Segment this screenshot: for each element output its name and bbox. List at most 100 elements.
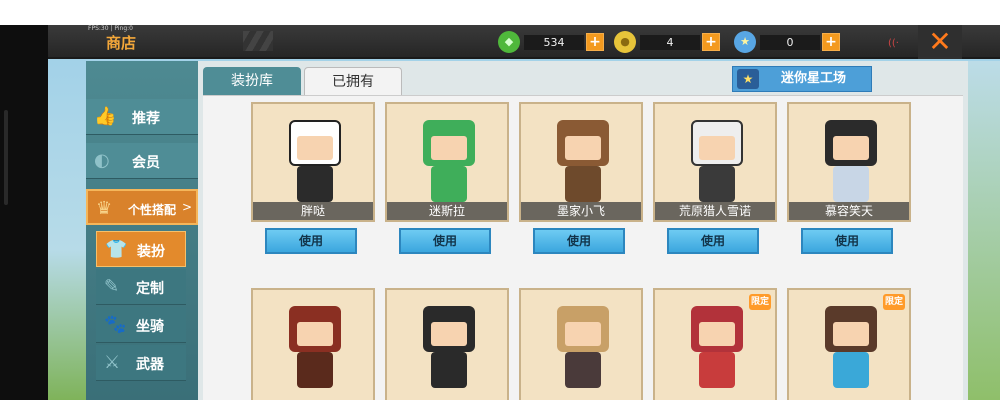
character-body	[565, 166, 601, 202]
character-figure	[685, 114, 749, 206]
star-count: 0	[760, 35, 820, 50]
paw-icon: 🐾	[104, 314, 127, 335]
character-figure	[551, 114, 615, 206]
sidebar-item-label: 推荐	[132, 111, 160, 127]
sidebar-item-mount[interactable]: 🐾 坐骑	[96, 307, 186, 343]
skin-card[interactable]: 胖哒	[251, 102, 375, 222]
character-figure	[685, 300, 749, 392]
sidebar-item-custom[interactable]: ✎ 定制	[96, 269, 186, 305]
skin-card[interactable]	[519, 288, 643, 400]
skin-card[interactable]: 荒原猎人雪诺	[653, 102, 777, 222]
character-figure	[283, 300, 347, 392]
thumbs-up-icon: 👍	[94, 106, 117, 127]
gun-icon: ⚔	[104, 352, 121, 373]
character-body	[833, 352, 869, 388]
sidebar: 👍 推荐 ◐ 会员 ♛ 个性搭配 > 👕 装扮 ✎ 定制 🐾 坐骑 ⚔ 武器	[86, 61, 198, 400]
sidebar-item-member[interactable]: ◐ 会员	[86, 143, 198, 179]
gold-coin-icon: ●	[614, 31, 636, 53]
character-body	[297, 166, 333, 202]
member-icon: ◐	[94, 150, 110, 171]
character-figure	[819, 300, 883, 392]
workshop-label: 迷你星工场	[781, 71, 847, 86]
sidebar-item-personal[interactable]: ♛ 个性搭配 >	[86, 189, 198, 225]
limited-badge: 限定	[749, 294, 771, 310]
skin-name: 荒原猎人雪诺	[655, 202, 775, 220]
character-face	[297, 322, 333, 346]
skin-card[interactable]	[385, 288, 509, 400]
character-face	[431, 136, 467, 160]
skin-name: 墨家小飞	[521, 202, 641, 220]
signal-icon: ((·	[888, 38, 899, 49]
character-figure	[819, 114, 883, 206]
shirt-icon: 👕	[105, 239, 128, 260]
decor-stripe	[243, 31, 273, 51]
skin-name: 迷斯拉	[387, 202, 507, 220]
workshop-button[interactable]: ★ 迷你星工场	[732, 66, 872, 92]
green-gem-icon: ◆	[498, 31, 520, 53]
tab-owned[interactable]: 已拥有	[304, 67, 402, 95]
sidebar-item-label: 装扮	[137, 244, 165, 260]
use-button[interactable]: 使用	[399, 228, 491, 254]
use-button[interactable]: 使用	[533, 228, 625, 254]
character-face	[565, 322, 601, 346]
fps-readout: FPS:30 | Ping:0	[88, 25, 133, 32]
skin-grid: 胖哒 迷斯拉 墨家小飞 荒原猎人雪诺 慕容笑天 使用 使用 使用 使用 使用 限…	[203, 95, 963, 400]
skin-card[interactable]: 墨家小飞	[519, 102, 643, 222]
add-gem-button[interactable]: +	[586, 33, 604, 51]
character-body	[699, 352, 735, 388]
character-figure	[283, 114, 347, 206]
use-button[interactable]: 使用	[265, 228, 357, 254]
character-face	[699, 322, 735, 346]
skin-card[interactable]: 迷斯拉	[385, 102, 509, 222]
skin-card[interactable]: 慕容笑天	[787, 102, 911, 222]
use-button[interactable]: 使用	[667, 228, 759, 254]
close-button[interactable]: ✕	[918, 25, 962, 59]
top-bar: FPS:30 | Ping:0 商店 ◆ 534 + ● 4 + ★ 0 + (…	[48, 25, 1000, 59]
brush-icon: ✎	[104, 276, 120, 297]
character-face	[431, 322, 467, 346]
main-panel: 装扮库 已拥有 ★ 迷你星工场 胖哒 迷斯拉 墨家小飞 荒原猎人雪诺 慕容笑天 …	[198, 61, 968, 400]
chevron-right-icon: >	[181, 200, 192, 214]
background-scenery	[968, 61, 1000, 400]
limited-badge: 限定	[883, 294, 905, 310]
character-face	[565, 136, 601, 160]
tab-dress-library[interactable]: 装扮库	[203, 67, 301, 95]
sidebar-item-weapon[interactable]: ⚔ 武器	[96, 345, 186, 381]
page-title: 商店	[106, 34, 137, 52]
coin-count: 4	[640, 35, 700, 50]
gem-count: 534	[524, 35, 584, 50]
use-button[interactable]: 使用	[801, 228, 893, 254]
sidebar-item-label: 坐骑	[136, 319, 164, 335]
character-body	[699, 166, 735, 202]
sidebar-item-label: 定制	[136, 281, 164, 297]
character-body	[565, 352, 601, 388]
sidebar-item-recommend[interactable]: 👍 推荐	[86, 99, 198, 135]
character-figure	[551, 300, 615, 392]
phone-side-button	[4, 110, 8, 205]
character-face	[699, 136, 735, 160]
character-face	[297, 136, 333, 160]
star-icon: ★	[737, 69, 759, 89]
skin-name: 慕容笑天	[789, 202, 909, 220]
character-figure	[417, 114, 481, 206]
skin-card[interactable]: 限定	[787, 288, 911, 400]
character-body	[297, 352, 333, 388]
add-coin-button[interactable]: +	[702, 33, 720, 51]
sidebar-item-label: 会员	[132, 155, 160, 171]
sidebar-item-label: 武器	[136, 357, 164, 373]
sidebar-item-dress[interactable]: 👕 装扮	[96, 231, 186, 267]
skin-card[interactable]	[251, 288, 375, 400]
character-figure	[417, 300, 481, 392]
screen-frame: FPS:30 | Ping:0 商店 ◆ 534 + ● 4 + ★ 0 + (…	[0, 0, 1000, 400]
character-body	[431, 166, 467, 202]
skin-name: 胖哒	[253, 202, 373, 220]
trophy-icon: ♛	[96, 198, 113, 219]
skin-card[interactable]: 限定	[653, 288, 777, 400]
blue-star-coin-icon: ★	[734, 31, 756, 53]
sidebar-item-label: 个性搭配	[128, 203, 177, 217]
character-face	[833, 136, 869, 160]
shop-screen: FPS:30 | Ping:0 商店 ◆ 534 + ● 4 + ★ 0 + (…	[48, 25, 1000, 400]
add-star-button[interactable]: +	[822, 33, 840, 51]
character-face	[833, 322, 869, 346]
character-body	[431, 352, 467, 388]
